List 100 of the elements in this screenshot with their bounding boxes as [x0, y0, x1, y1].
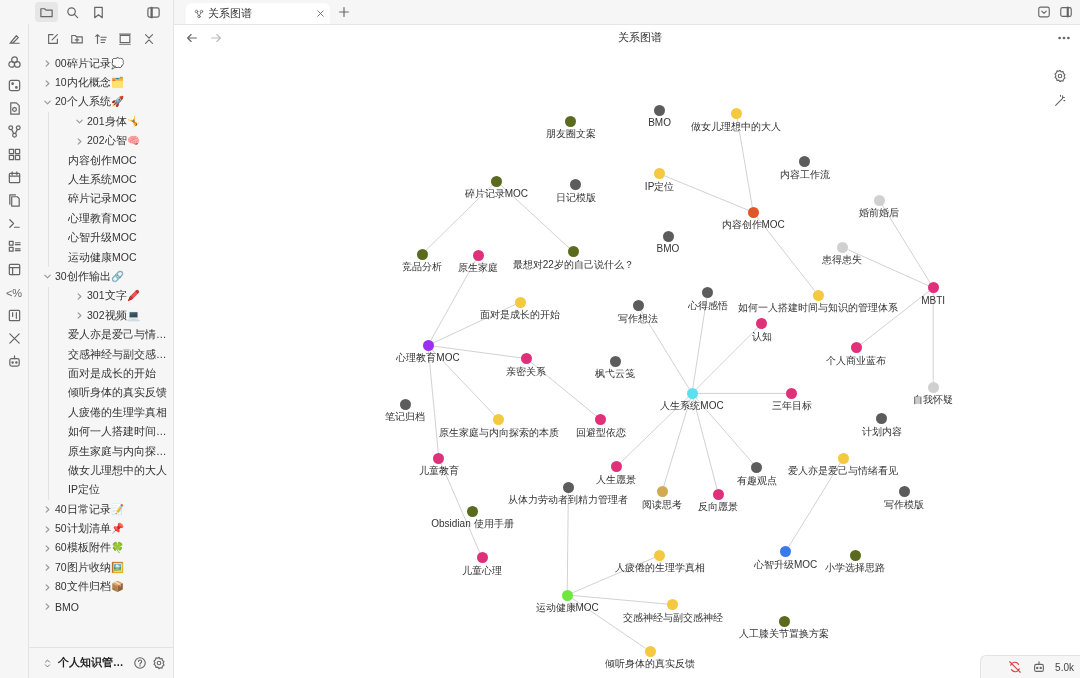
folder-item[interactable]: 202心智🧠	[49, 131, 173, 151]
folder-item[interactable]: 60模板附件🍀	[29, 538, 173, 559]
folder-item[interactable]: 201身体🤸	[49, 112, 173, 132]
graph-node[interactable]	[565, 115, 577, 127]
graph-node[interactable]	[850, 342, 862, 354]
graph-node[interactable]	[570, 179, 582, 191]
folder-item[interactable]: 301文字🖍	[49, 286, 173, 307]
graph-node[interactable]	[520, 353, 532, 365]
graph-node[interactable]	[567, 246, 579, 258]
file-item[interactable]: 做女儿理想中的大人	[49, 461, 173, 481]
graph-node[interactable]	[656, 486, 668, 498]
folder-item[interactable]: 70图片收纳🖼	[29, 558, 173, 578]
node-label: 认知	[751, 330, 772, 343]
graph-node[interactable]	[849, 549, 861, 561]
graph-icon[interactable]	[5, 122, 23, 141]
folder-item[interactable]: 10内化概念🗂	[29, 73, 173, 93]
graph-node[interactable]	[898, 486, 910, 498]
graph-node[interactable]	[667, 599, 679, 611]
graph-node[interactable]	[873, 194, 885, 206]
graph-node[interactable]	[609, 355, 621, 367]
file-item[interactable]: 人疲倦的生理学真相	[49, 403, 173, 423]
sidebar-toggle-icon[interactable]	[1058, 4, 1074, 20]
folder-item[interactable]: 40日常记录📝	[29, 500, 173, 520]
folder-item[interactable]: 80文件归档📦	[29, 577, 173, 597]
graph-node[interactable]	[730, 108, 742, 120]
graph-node[interactable]	[778, 615, 790, 627]
graph-node[interactable]	[654, 549, 666, 561]
settings-icon[interactable]	[1052, 68, 1068, 84]
folder-item[interactable]: 50计划清单📌	[29, 519, 173, 539]
new-note-icon[interactable]	[45, 31, 61, 47]
file-item[interactable]: 倾听身体的真实反馈	[49, 383, 173, 404]
node-label: 三年目标	[771, 400, 812, 413]
file-item[interactable]: 心智升级MOC	[49, 228, 173, 248]
node-label: BMO	[656, 243, 680, 256]
settings-icon[interactable]	[151, 655, 167, 671]
graph-node[interactable]	[490, 175, 502, 187]
vault-switcher[interactable]: 个人知识管…	[58, 656, 129, 670]
file-item[interactable]: 人生系统MOC	[49, 170, 173, 190]
file-item[interactable]: IP定位	[49, 480, 173, 500]
graph-node[interactable]	[837, 452, 849, 464]
magic-wand-icon[interactable]	[1052, 93, 1068, 109]
graph-node[interactable]	[654, 168, 666, 180]
graph-node[interactable]	[747, 206, 759, 218]
graph-node[interactable]	[686, 387, 698, 399]
graph-node[interactable]	[751, 462, 763, 474]
file-item[interactable]: 心理教育MOC	[49, 209, 173, 229]
graph-node[interactable]	[562, 481, 574, 493]
graph-node[interactable]	[632, 300, 644, 312]
graph-node[interactable]	[433, 452, 445, 464]
graph-node[interactable]	[836, 241, 848, 253]
folder-item[interactable]: BMO	[29, 596, 173, 617]
folder-item[interactable]: 302视频💻	[49, 306, 173, 326]
graph-node[interactable]	[466, 505, 478, 517]
graph-node[interactable]	[644, 645, 656, 657]
file-item[interactable]: 内容创作MOC	[49, 150, 173, 171]
graph-node[interactable]	[812, 289, 824, 301]
folder-item[interactable]: 20个人系统🚀	[29, 92, 173, 113]
graph-node[interactable]	[756, 318, 768, 330]
folder-icon[interactable]	[35, 2, 58, 22]
help-icon[interactable]	[132, 655, 148, 671]
folder-item[interactable]: 00碎片记录💭	[29, 54, 173, 74]
file-item[interactable]: 碎片记录MOC	[49, 189, 173, 210]
node-label: 人疲倦的生理学真相	[614, 562, 705, 575]
graph-node[interactable]	[561, 589, 573, 601]
chevron-down-icon[interactable]	[1036, 4, 1052, 20]
graph-node[interactable]	[399, 398, 411, 410]
graph-node[interactable]	[493, 414, 505, 426]
graph-node[interactable]	[610, 461, 622, 473]
graph-node[interactable]	[712, 488, 724, 500]
graph-node[interactable]	[476, 552, 488, 564]
graph-node[interactable]	[799, 156, 811, 168]
tab[interactable]: 关系图谱	[186, 3, 330, 24]
node-label: 笔记归档	[385, 411, 426, 424]
template-icon[interactable]: <%	[5, 283, 23, 302]
file-item[interactable]: 面对是成长的开始	[49, 364, 173, 384]
graph-node[interactable]	[416, 248, 428, 260]
graph-node[interactable]	[786, 387, 798, 399]
node-label: Obsidian 使用手册	[431, 518, 514, 530]
collapse-icon[interactable]	[117, 31, 133, 47]
sort-icon[interactable]	[93, 31, 109, 47]
file-item[interactable]: 运动健康MOC	[49, 247, 173, 268]
graph-node[interactable]	[927, 381, 939, 393]
graph-node[interactable]	[472, 249, 484, 261]
graph-node[interactable]	[595, 414, 607, 426]
graph-node[interactable]	[654, 104, 666, 116]
graph-node[interactable]	[876, 413, 888, 425]
graph-node[interactable]	[662, 230, 674, 242]
graph-node[interactable]	[702, 287, 714, 299]
graph-node[interactable]	[514, 296, 526, 308]
graph-node[interactable]	[780, 546, 792, 558]
file-item[interactable]: 交感神经与副交感…	[49, 344, 173, 365]
graph-node[interactable]	[422, 339, 434, 351]
file-item[interactable]: 如何一人搭建时间…	[49, 422, 173, 442]
file-item[interactable]: 爱人亦是爱己与情…	[49, 325, 173, 345]
sync-off-icon[interactable]	[1007, 659, 1024, 675]
file-item[interactable]: 原生家庭与内向探…	[49, 441, 173, 462]
node-label: 枫弋云笺	[595, 368, 636, 380]
folder-item[interactable]: 30创作输出🔗	[29, 267, 173, 287]
graph-node[interactable]	[927, 282, 939, 294]
node-label: 个人商业蓝布	[826, 354, 887, 367]
